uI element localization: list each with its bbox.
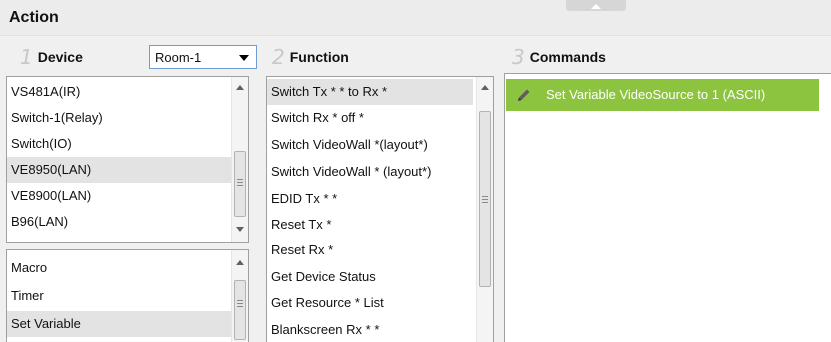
list-item[interactable]: Switch VideoWall * (layout*) <box>267 159 473 185</box>
list-item[interactable]: Get Device Status <box>267 264 473 290</box>
scroll-up-icon[interactable] <box>236 85 244 90</box>
grip-icon <box>237 306 243 307</box>
scroll-thumb[interactable] <box>479 111 491 287</box>
extras-list: Macro Timer Set Variable <box>6 249 249 342</box>
list-item[interactable]: Switch(IO) <box>7 131 231 157</box>
chevron-up-icon <box>591 4 601 9</box>
scroll-up-icon[interactable] <box>481 85 489 90</box>
list-item[interactable]: Switch VideoWall *(layout*) <box>267 132 473 158</box>
command-item[interactable]: Set Variable VideoSource to 1 (ASCII) <box>506 79 819 111</box>
pencil-icon[interactable] <box>516 87 532 103</box>
grip-icon <box>237 179 243 180</box>
step-number: 2 <box>272 45 285 69</box>
scroll-thumb[interactable] <box>234 151 246 217</box>
command-label: Set Variable VideoSource to 1 (ASCII) <box>546 87 766 102</box>
list-item[interactable]: Reset Rx * <box>267 237 473 263</box>
grip-icon <box>482 196 488 197</box>
list-item[interactable]: B96(LAN) <box>7 209 231 235</box>
list-item[interactable]: Switch-1(Relay) <box>7 105 231 131</box>
extras-list-scrollbar[interactable] <box>231 250 248 342</box>
grip-icon <box>482 199 488 200</box>
function-title: Function <box>289 49 349 65</box>
collapse-toggle[interactable] <box>566 0 626 11</box>
device-header: 1 Device <box>20 44 83 70</box>
list-item[interactable]: Set Variable <box>7 311 231 337</box>
step-number: 3 <box>512 45 525 69</box>
room-dropdown-value: Room-1 <box>155 50 202 65</box>
page-title: Action <box>9 9 59 26</box>
action-header: Action <box>0 0 831 36</box>
device-title: Device <box>37 49 83 65</box>
list-item[interactable]: VS481A(IR) <box>7 79 231 105</box>
list-item[interactable]: Timer <box>7 283 231 309</box>
grip-icon <box>482 202 488 203</box>
grip-icon <box>237 303 243 304</box>
grip-icon <box>237 185 243 186</box>
function-list: Switch Tx * * to Rx * Switch Rx * off * … <box>266 76 494 342</box>
commands-list: Set Variable VideoSource to 1 (ASCII) <box>504 73 831 342</box>
list-item[interactable]: VE8950(LAN) <box>7 157 231 183</box>
list-item[interactable]: Switch Tx * * to Rx * <box>267 79 473 105</box>
commands-title: Commands <box>529 49 606 65</box>
step-number: 1 <box>20 45 33 69</box>
grip-icon <box>237 300 243 301</box>
list-item[interactable]: Blankscreen Rx * * <box>267 317 473 342</box>
list-item[interactable]: Get Resource * List <box>267 290 473 316</box>
room-dropdown[interactable]: Room-1 <box>149 45 257 69</box>
scroll-down-icon[interactable] <box>236 227 244 232</box>
scroll-up-icon[interactable] <box>236 260 244 265</box>
dropdown-arrow-icon <box>239 55 249 61</box>
function-header: 2 Function <box>272 44 349 70</box>
list-item[interactable]: Macro <box>7 255 231 281</box>
commands-header: 3 Commands <box>512 44 606 70</box>
device-list-scrollbar[interactable] <box>231 77 248 242</box>
list-item[interactable]: VE8900(LAN) <box>7 183 231 209</box>
list-item[interactable]: Switch Rx * off * <box>267 105 473 131</box>
function-list-scrollbar[interactable] <box>476 77 493 342</box>
list-item[interactable]: Reset Tx * <box>267 212 473 238</box>
device-list: VS481A(IR) Switch-1(Relay) Switch(IO) VE… <box>6 76 249 243</box>
scroll-thumb[interactable] <box>234 280 246 340</box>
list-item[interactable]: EDID Tx * * <box>267 186 473 212</box>
grip-icon <box>237 182 243 183</box>
